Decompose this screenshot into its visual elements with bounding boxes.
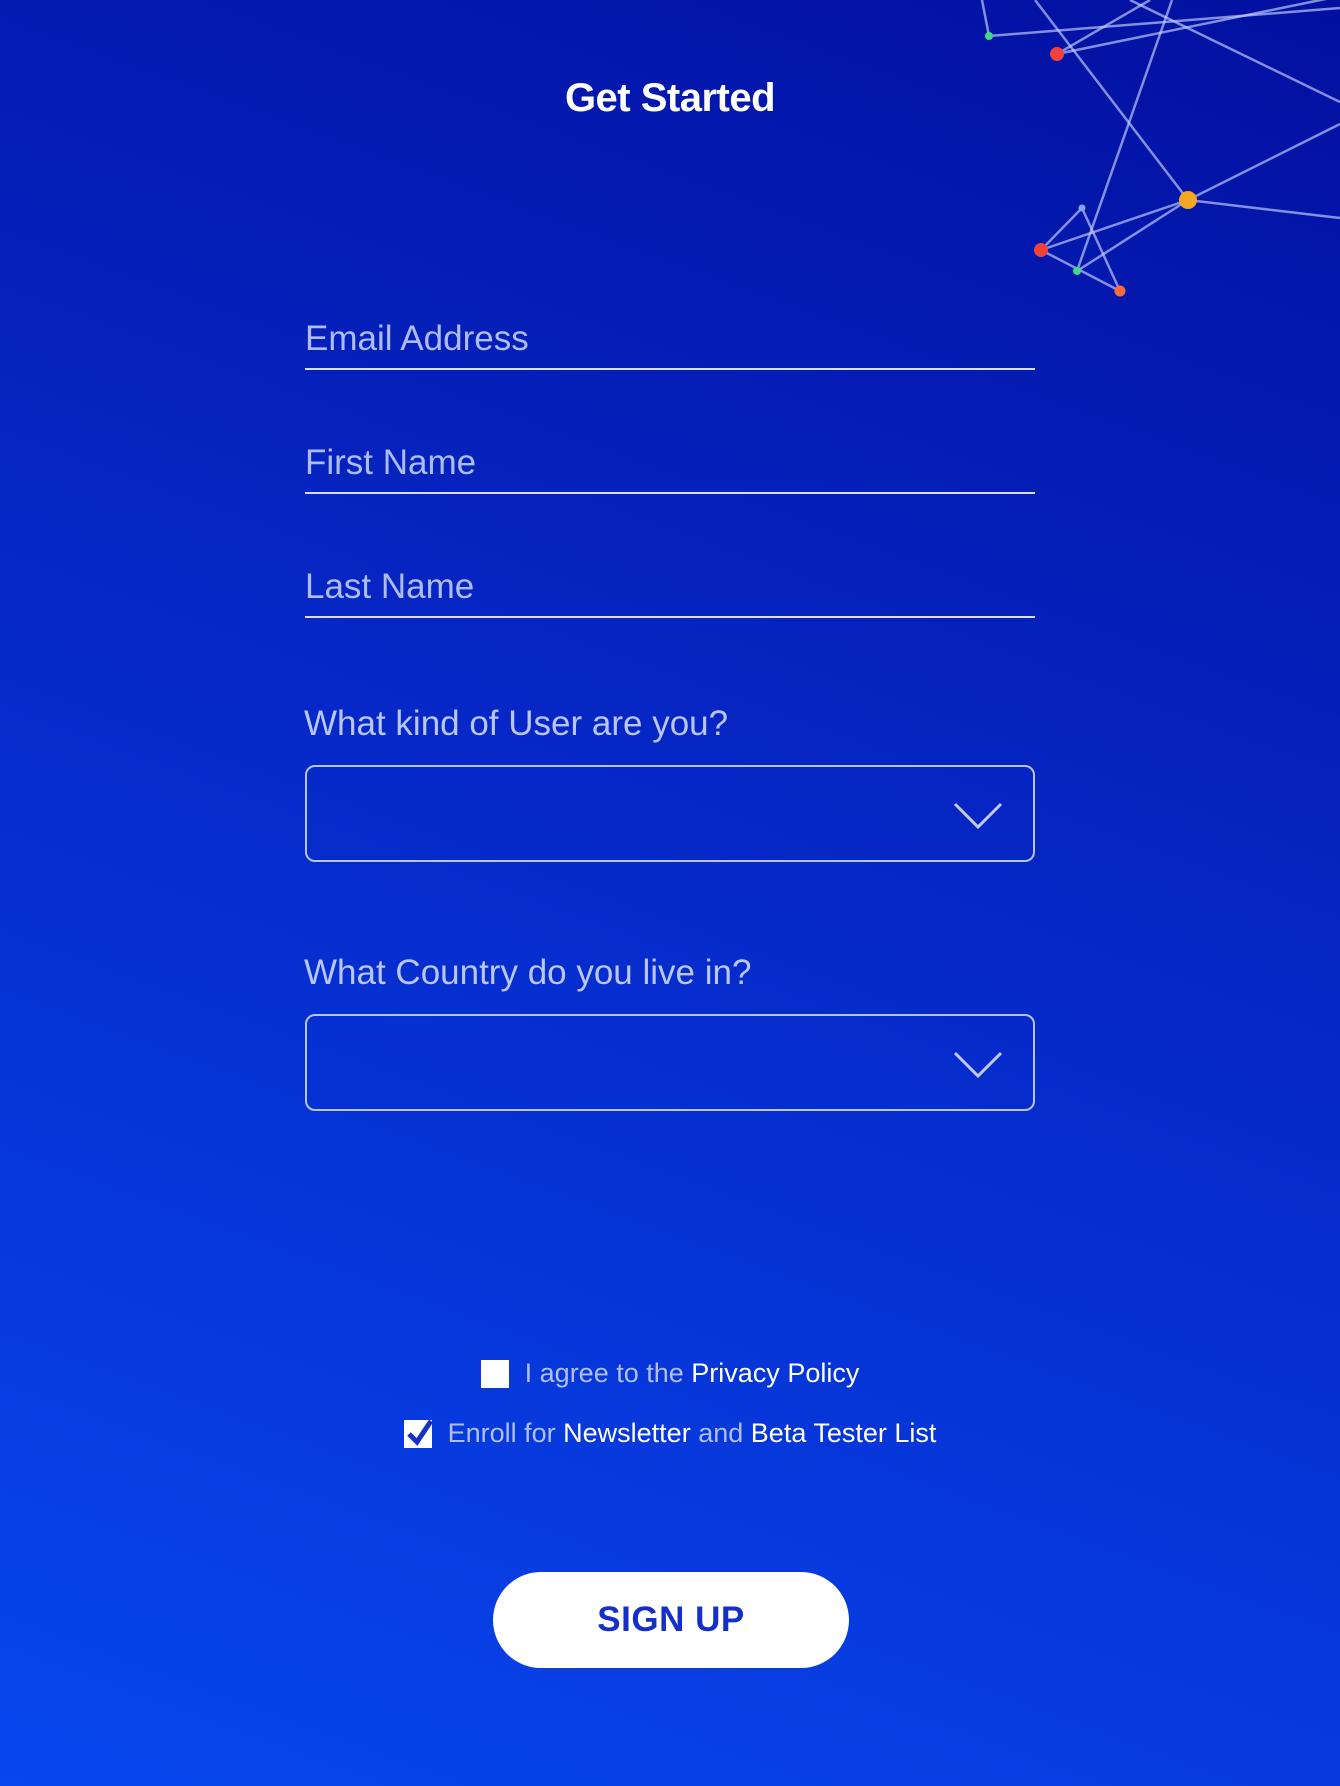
beta-tester-list-link[interactable]: Beta Tester List xyxy=(751,1418,937,1449)
privacy-checkbox[interactable] xyxy=(480,1359,509,1388)
chevron-down-icon xyxy=(953,1051,1003,1078)
page-title: Get Started xyxy=(564,76,776,120)
country-label: What Country do you live in? xyxy=(304,953,752,992)
network-graph-decoration xyxy=(980,0,1340,297)
first-name-field[interactable] xyxy=(305,442,1035,494)
checkmark-icon xyxy=(406,1419,433,1446)
newsletter-consent-row: Enroll for Newsletter and Beta Tester Li… xyxy=(0,1418,1340,1455)
newsletter-consent-prefix: Enroll for xyxy=(447,1418,556,1448)
last-name-field-wrapper xyxy=(305,566,1035,618)
email-field-wrapper xyxy=(305,318,1035,370)
user-type-select[interactable] xyxy=(305,765,1035,862)
newsletter-consent-conjunction: and xyxy=(698,1418,744,1448)
privacy-consent-prefix: I agree to the xyxy=(524,1358,684,1388)
privacy-consent-row: I agree to the Privacy Policy xyxy=(0,1358,1340,1395)
last-name-field[interactable] xyxy=(305,566,1035,618)
privacy-policy-link[interactable]: Privacy Policy xyxy=(691,1358,859,1389)
first-name-field-wrapper xyxy=(305,442,1035,494)
sign-up-button[interactable]: SIGN UP xyxy=(493,1572,849,1668)
newsletter-link[interactable]: Newsletter xyxy=(563,1418,691,1449)
email-field[interactable] xyxy=(305,318,1035,370)
country-select[interactable] xyxy=(305,1014,1035,1111)
chevron-down-icon xyxy=(953,802,1003,829)
user-type-label: What kind of User are you? xyxy=(304,704,729,743)
newsletter-checkbox[interactable] xyxy=(403,1419,433,1448)
